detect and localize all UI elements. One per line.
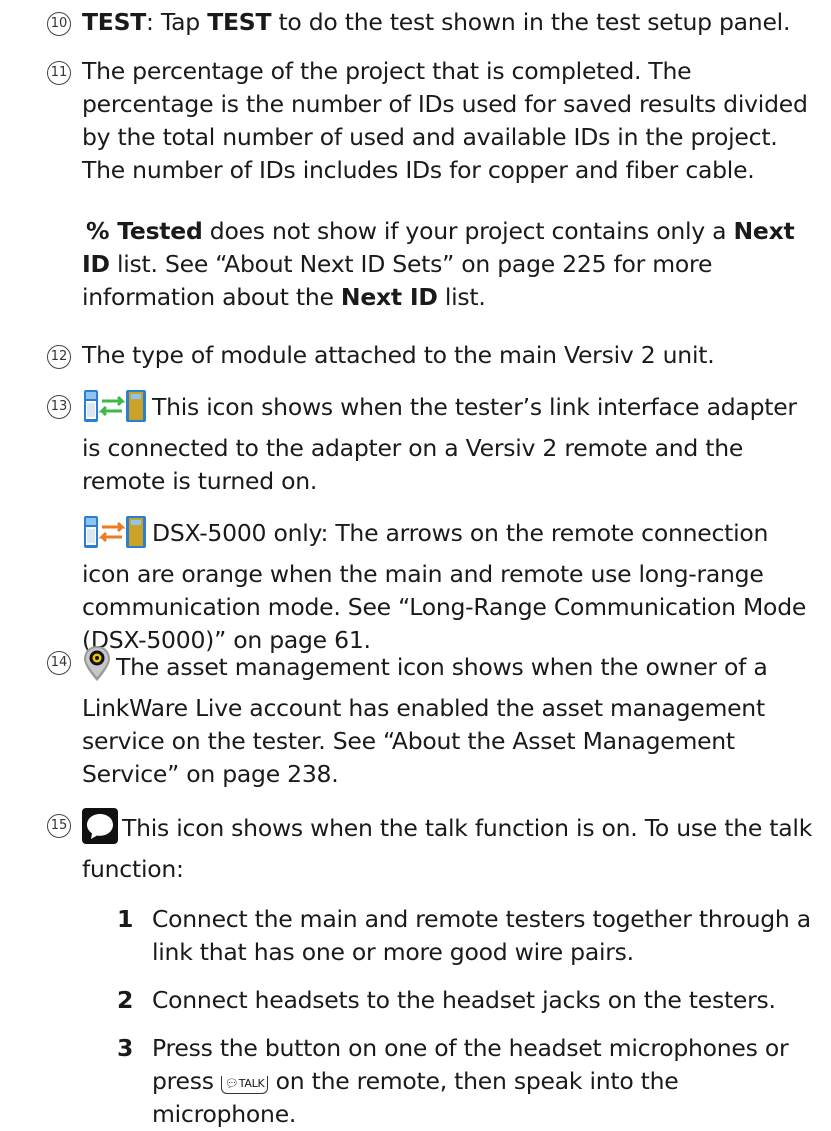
manual-page: 10 TEST: Tap TEST to do the test shown i…	[0, 0, 831, 1128]
talk-bubble-icon	[82, 808, 118, 853]
item-number: 12	[47, 345, 71, 369]
step-number: 1	[117, 905, 134, 933]
item-text: This icon shows when the tester’s link i…	[82, 389, 822, 498]
item-text: This icon shows when the talk function i…	[82, 808, 822, 886]
item-text: The percentage of the project that is co…	[82, 57, 808, 184]
item-text: The type of module attached to the main …	[82, 341, 715, 369]
long-range-remote-icon	[82, 515, 148, 558]
item-number: 13	[47, 395, 71, 419]
step-text: Press the button on one of the headset m…	[152, 1034, 789, 1128]
step-number: 2	[117, 986, 134, 1014]
item-note: % Tested does not show if your project c…	[82, 217, 795, 311]
step-number: 3	[117, 1034, 134, 1062]
item-note: DSX-5000 only: The arrows on the remote …	[82, 515, 822, 657]
item-number: 11	[47, 61, 71, 85]
talk-key-icon: 💬︎TALK	[220, 1076, 269, 1094]
item-number: 15	[47, 814, 71, 838]
remote-connected-icon	[82, 389, 148, 432]
asset-management-icon	[82, 645, 112, 692]
step-text: Connect the main and remote testers toge…	[152, 905, 811, 966]
item-number: 10	[47, 12, 71, 36]
test-label: TEST	[82, 8, 147, 36]
item-number: 14	[47, 651, 71, 675]
item-text: TEST: Tap TEST to do the test shown in t…	[82, 8, 791, 36]
item-text: The asset management icon shows when the…	[82, 645, 822, 791]
step-text: Connect headsets to the headset jacks on…	[152, 986, 776, 1014]
